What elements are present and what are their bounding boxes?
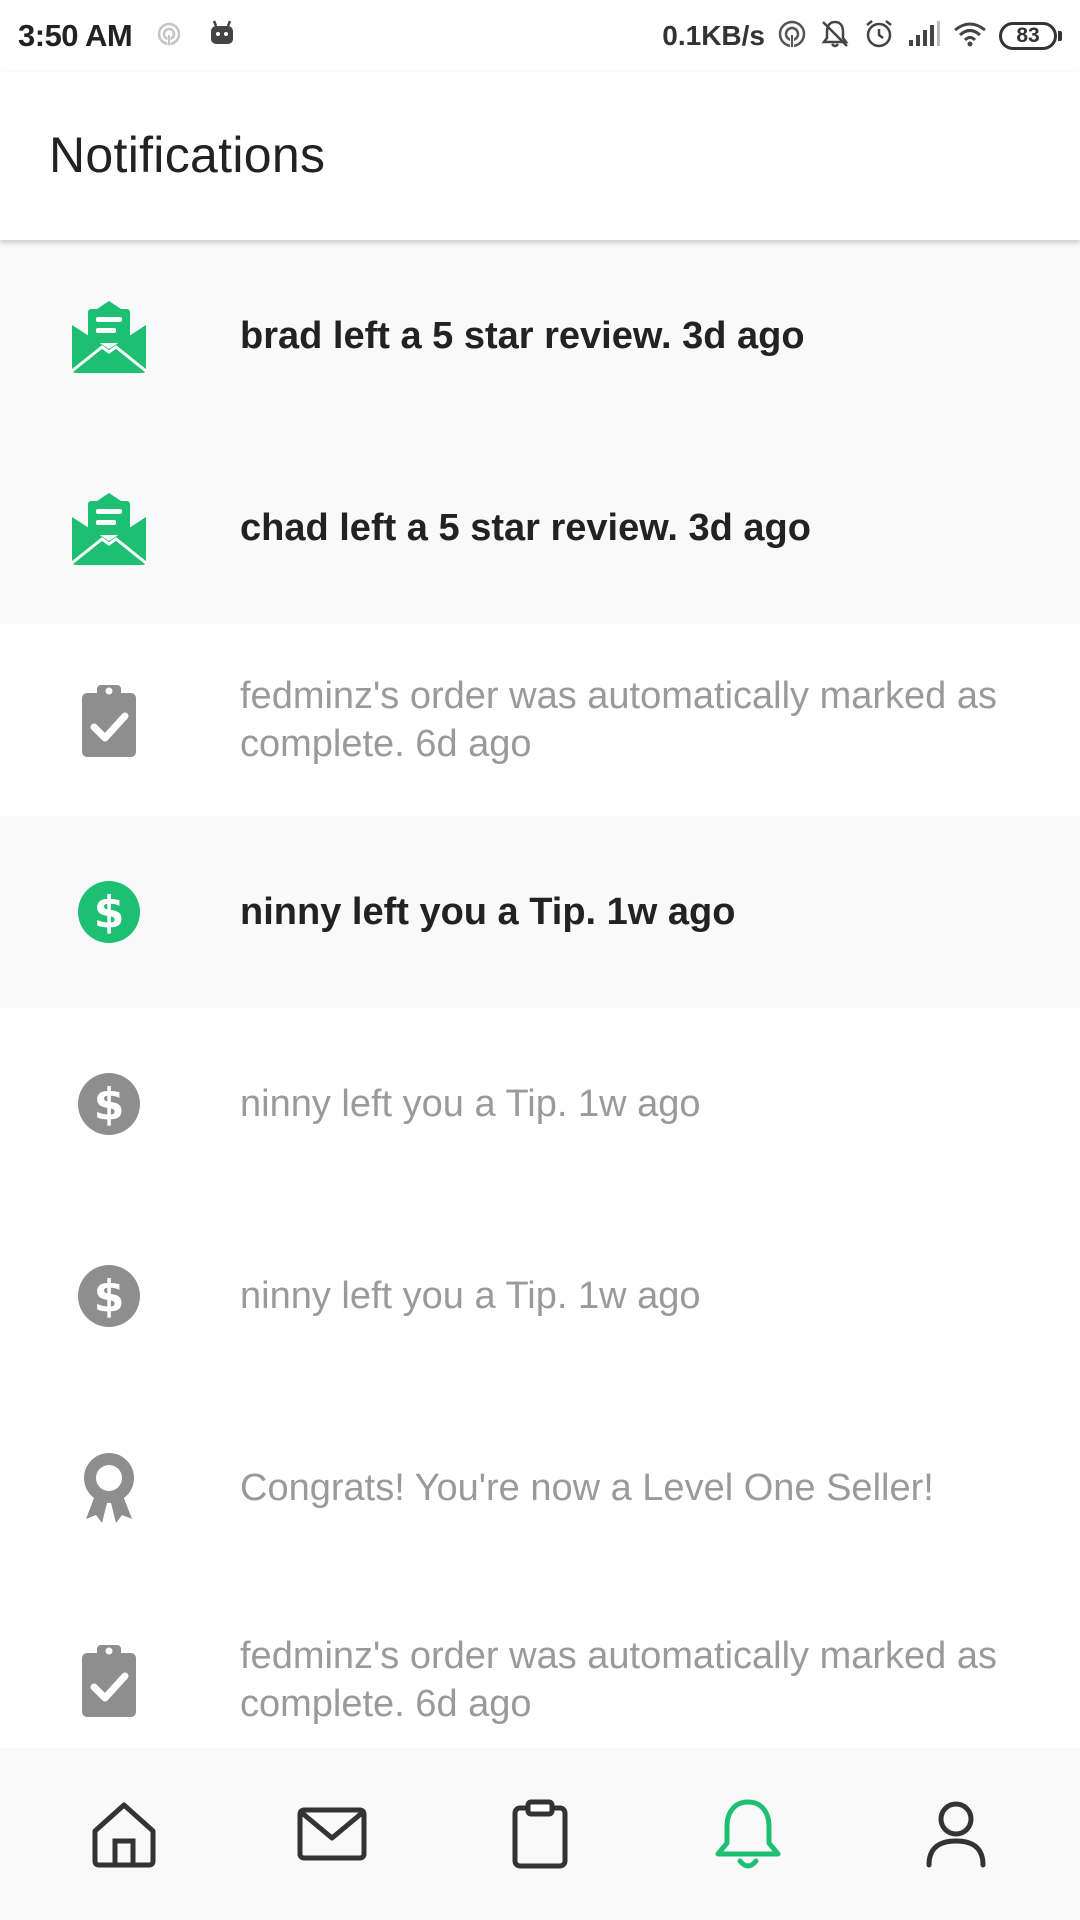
- svg-text:$: $: [94, 887, 125, 938]
- notification-item[interactable]: $ ninny left you a Tip. 1w ago: [0, 816, 1080, 1008]
- nav-notifications-button[interactable]: [693, 1779, 803, 1889]
- network-speed: 0.1KB/s: [662, 20, 765, 51]
- signal-icon: [907, 20, 941, 53]
- notification-text: chad left a 5 star review. 3d ago: [240, 507, 811, 549]
- nav-home-button[interactable]: [69, 1779, 179, 1889]
- notification-text: ninny left you a Tip. 1w ago: [240, 1275, 701, 1317]
- android-debug-icon: [208, 20, 236, 53]
- review-envelope-icon: [70, 297, 148, 375]
- notification-text: fedminz's order was automatically marked…: [240, 1635, 997, 1725]
- nav-inbox-button[interactable]: [277, 1779, 387, 1889]
- hotspot-icon: [156, 21, 182, 52]
- notification-text: Congrats! You're now a Level One Seller!: [240, 1467, 934, 1509]
- hotspot-icon: [777, 19, 807, 54]
- notification-item[interactable]: Congrats! You're now a Level One Seller!: [0, 1392, 1080, 1584]
- notification-item[interactable]: fedminz's order was automatically marked…: [0, 624, 1080, 816]
- status-bar: 3:50 AM 0.1KB/s 83: [0, 0, 1080, 72]
- notification-text: ninny left you a Tip. 1w ago: [240, 891, 736, 933]
- wifi-icon: [953, 20, 987, 53]
- notification-item[interactable]: $ ninny left you a Tip. 1w ago: [0, 1008, 1080, 1200]
- clipboard-check-icon: [70, 1641, 148, 1719]
- clipboard-check-icon: [70, 681, 148, 759]
- notification-text: ninny left you a Tip. 1w ago: [240, 1083, 701, 1125]
- status-time: 3:50 AM: [18, 18, 133, 53]
- bell-muted-icon: [819, 18, 851, 55]
- svg-text:$: $: [94, 1271, 125, 1322]
- svg-text:$: $: [94, 1079, 125, 1130]
- review-envelope-icon: [70, 489, 148, 567]
- home-icon: [92, 1802, 156, 1868]
- notification-text: brad left a 5 star review. 3d ago: [240, 315, 805, 357]
- battery-icon: 83: [999, 22, 1062, 50]
- award-icon: [70, 1449, 148, 1527]
- dollar-icon: $: [70, 1065, 148, 1143]
- nav-orders-button[interactable]: [485, 1779, 595, 1889]
- nav-profile-button[interactable]: [901, 1779, 1011, 1889]
- page-title: Notifications: [49, 127, 326, 183]
- profile-icon: [926, 1801, 986, 1868]
- notification-item[interactable]: chad left a 5 star review. 3d ago: [0, 432, 1080, 624]
- dollar-icon: $: [70, 873, 148, 951]
- alarm-icon: [863, 18, 895, 55]
- bell-icon: [715, 1799, 781, 1869]
- notification-item[interactable]: $ ninny left you a Tip. 1w ago: [0, 1200, 1080, 1392]
- notification-text: fedminz's order was automatically marked…: [240, 675, 997, 765]
- notification-item[interactable]: brad left a 5 star review. 3d ago: [0, 240, 1080, 432]
- notification-item[interactable]: fedminz's order was automatically marked…: [0, 1584, 1080, 1748]
- notification-list[interactable]: brad left a 5 star review. 3d ago chad l…: [0, 240, 1080, 1748]
- battery-level: 83: [999, 22, 1057, 50]
- mail-icon: [297, 1807, 367, 1861]
- dollar-icon: $: [70, 1257, 148, 1335]
- clipboard-icon: [512, 1799, 568, 1869]
- app-bar: Notifications: [0, 72, 1080, 240]
- bottom-nav: [0, 1748, 1080, 1920]
